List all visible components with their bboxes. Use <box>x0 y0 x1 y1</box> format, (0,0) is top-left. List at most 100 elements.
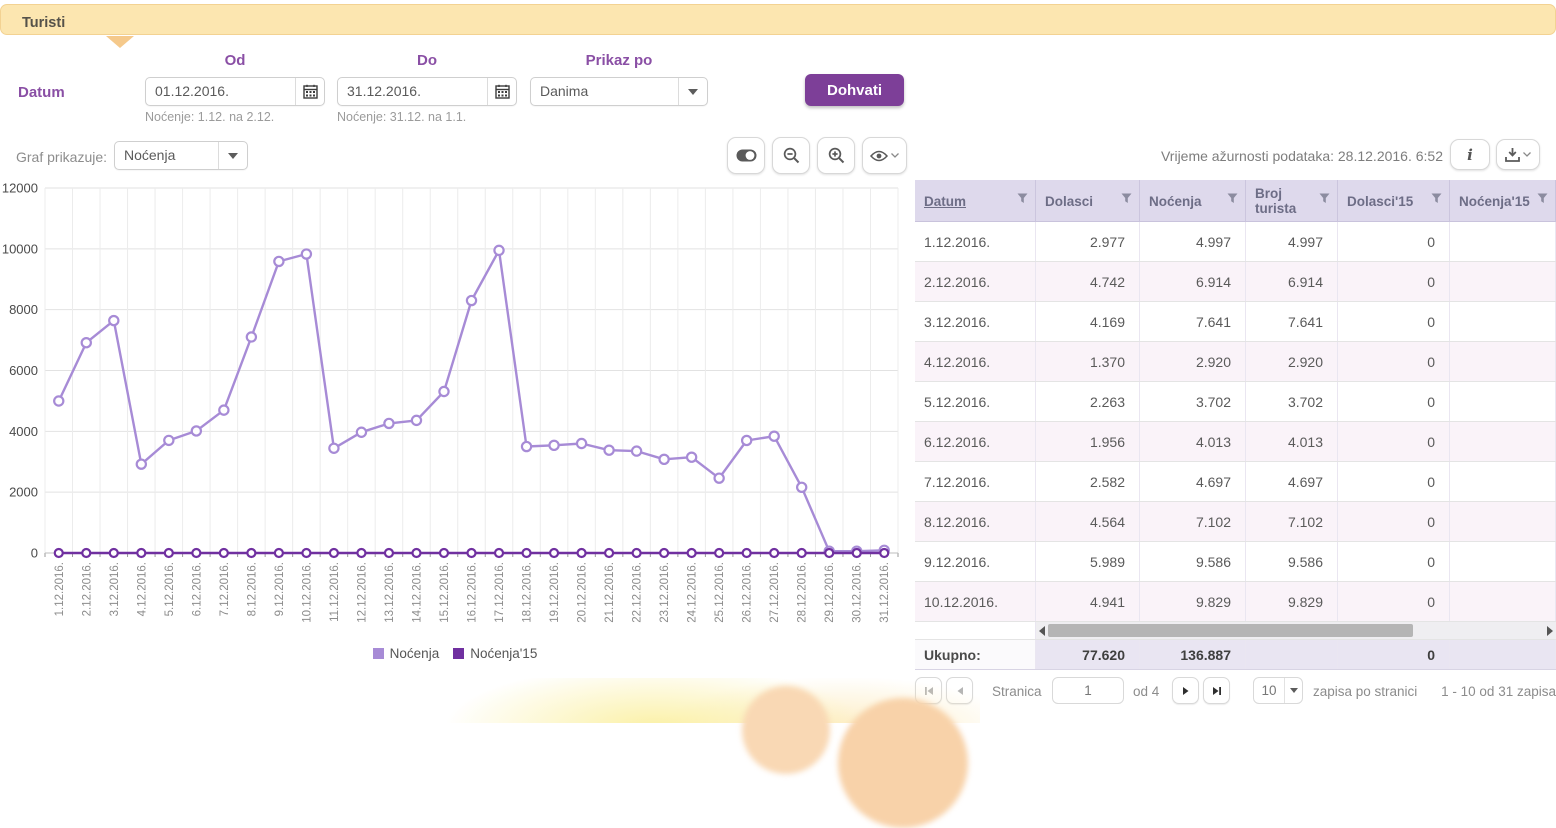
date-from-calendar-button[interactable] <box>295 78 324 105</box>
date-from-field[interactable]: 01.12.2016. <box>145 77 325 106</box>
prikaz-po-select[interactable]: Danima <box>530 77 708 106</box>
data-point-marker[interactable] <box>825 549 833 557</box>
filter-icon[interactable] <box>1431 193 1442 204</box>
data-point-marker[interactable] <box>550 549 558 557</box>
data-point-marker[interactable] <box>412 549 420 557</box>
table-row[interactable]: 9.12.2016.5.9899.5869.5860 <box>915 542 1556 582</box>
data-point-marker[interactable] <box>632 447 641 456</box>
data-point-marker[interactable] <box>688 549 696 557</box>
data-point-marker[interactable] <box>54 396 63 405</box>
filter-icon[interactable] <box>1227 193 1238 204</box>
column-header-6[interactable]: Noćenja'15 <box>1450 180 1556 221</box>
column-header-5[interactable]: Dolasci'15 <box>1338 180 1450 221</box>
column-header-2[interactable]: Dolasci <box>1036 180 1140 221</box>
data-point-marker[interactable] <box>660 455 669 464</box>
data-point-marker[interactable] <box>770 432 779 441</box>
data-point-marker[interactable] <box>633 549 641 557</box>
filter-icon[interactable] <box>1319 193 1330 204</box>
column-header-1[interactable]: Datum <box>915 180 1036 221</box>
data-point-marker[interactable] <box>715 549 723 557</box>
data-point-marker[interactable] <box>798 549 806 557</box>
scrollbar-thumb[interactable] <box>1048 624 1413 637</box>
data-point-marker[interactable] <box>247 549 255 557</box>
horizontal-scrollbar[interactable] <box>1036 622 1556 639</box>
data-point-marker[interactable] <box>330 549 338 557</box>
data-point-marker[interactable] <box>577 439 586 448</box>
data-point-marker[interactable] <box>412 416 421 425</box>
chart-toggle-button[interactable] <box>727 137 765 174</box>
column-header-4[interactable]: Broj turista <box>1246 180 1338 221</box>
data-point-marker[interactable] <box>165 549 173 557</box>
data-point-marker[interactable] <box>137 460 146 469</box>
scroll-left-icon[interactable] <box>1039 626 1045 636</box>
data-point-marker[interactable] <box>302 549 310 557</box>
legend-item[interactable]: Noćenja'15 <box>453 646 537 661</box>
data-point-marker[interactable] <box>467 296 476 305</box>
data-point-marker[interactable] <box>274 257 283 266</box>
data-point-marker[interactable] <box>109 316 118 325</box>
graf-prikazuje-dropdown-button[interactable] <box>218 142 247 169</box>
data-point-marker[interactable] <box>439 387 448 396</box>
date-from-value[interactable]: 01.12.2016. <box>146 78 295 105</box>
data-point-marker[interactable] <box>742 436 751 445</box>
data-point-marker[interactable] <box>220 549 228 557</box>
data-point-marker[interactable] <box>495 549 503 557</box>
turisti-panel-header[interactable]: Turisti <box>0 4 1556 35</box>
data-point-marker[interactable] <box>247 332 256 341</box>
table-row[interactable]: 4.12.2016.1.3702.9202.9200 <box>915 342 1556 382</box>
data-point-marker[interactable] <box>302 249 311 258</box>
date-to-calendar-button[interactable] <box>487 78 516 105</box>
data-point-marker[interactable] <box>82 338 91 347</box>
data-point-marker[interactable] <box>549 441 558 450</box>
filter-icon[interactable] <box>1537 193 1548 204</box>
page-number-input[interactable] <box>1052 677 1124 704</box>
data-point-marker[interactable] <box>604 446 613 455</box>
table-row[interactable]: 1.12.2016.2.9774.9974.9970 <box>915 222 1556 262</box>
data-point-marker[interactable] <box>219 406 228 415</box>
data-point-marker[interactable] <box>357 549 365 557</box>
data-point-marker[interactable] <box>468 549 476 557</box>
graf-prikazuje-select[interactable]: Noćenja <box>114 141 248 170</box>
date-to-value[interactable]: 31.12.2016. <box>338 78 487 105</box>
table-row[interactable]: 2.12.2016.4.7426.9146.9140 <box>915 262 1556 302</box>
data-point-marker[interactable] <box>494 246 503 255</box>
data-point-marker[interactable] <box>523 549 531 557</box>
data-point-marker[interactable] <box>384 419 393 428</box>
data-point-marker[interactable] <box>715 474 724 483</box>
table-row[interactable]: 8.12.2016.4.5647.1027.1020 <box>915 502 1556 542</box>
date-to-field[interactable]: 31.12.2016. <box>337 77 517 106</box>
chart-visibility-button[interactable] <box>862 137 907 174</box>
data-point-marker[interactable] <box>192 549 200 557</box>
data-point-marker[interactable] <box>578 549 586 557</box>
data-point-marker[interactable] <box>275 549 283 557</box>
chart-zoom-in-button[interactable] <box>817 137 855 174</box>
data-point-marker[interactable] <box>329 444 338 453</box>
data-point-marker[interactable] <box>522 442 531 451</box>
data-point-marker[interactable] <box>82 549 90 557</box>
data-point-marker[interactable] <box>440 549 448 557</box>
line-chart[interactable]: 0200040006000800010000120001.12.2016.2.1… <box>0 182 910 642</box>
legend-item[interactable]: Noćenja <box>373 646 440 661</box>
filter-icon[interactable] <box>1017 193 1028 204</box>
data-point-marker[interactable] <box>55 549 63 557</box>
previous-page-button[interactable] <box>946 677 973 704</box>
table-row[interactable]: 6.12.2016.1.9564.0134.0130 <box>915 422 1556 462</box>
data-point-marker[interactable] <box>110 549 118 557</box>
prikaz-po-dropdown-button[interactable] <box>678 78 707 105</box>
data-point-marker[interactable] <box>687 453 696 462</box>
next-page-button[interactable] <box>1172 677 1199 704</box>
filter-icon[interactable] <box>1121 193 1132 204</box>
table-row[interactable]: 3.12.2016.4.1697.6417.6410 <box>915 302 1556 342</box>
column-header-3[interactable]: Noćenja <box>1140 180 1246 221</box>
data-point-marker[interactable] <box>605 549 613 557</box>
data-point-marker[interactable] <box>770 549 778 557</box>
dohvati-button[interactable]: Dohvati <box>805 74 904 106</box>
data-point-marker[interactable] <box>853 549 861 557</box>
page-size-dropdown-button[interactable] <box>1284 678 1302 703</box>
data-point-marker[interactable] <box>660 549 668 557</box>
data-point-marker[interactable] <box>743 549 751 557</box>
data-point-marker[interactable] <box>137 549 145 557</box>
data-point-marker[interactable] <box>357 428 366 437</box>
table-row[interactable]: 10.12.2016.4.9419.8299.8290 <box>915 582 1556 622</box>
data-point-marker[interactable] <box>192 426 201 435</box>
